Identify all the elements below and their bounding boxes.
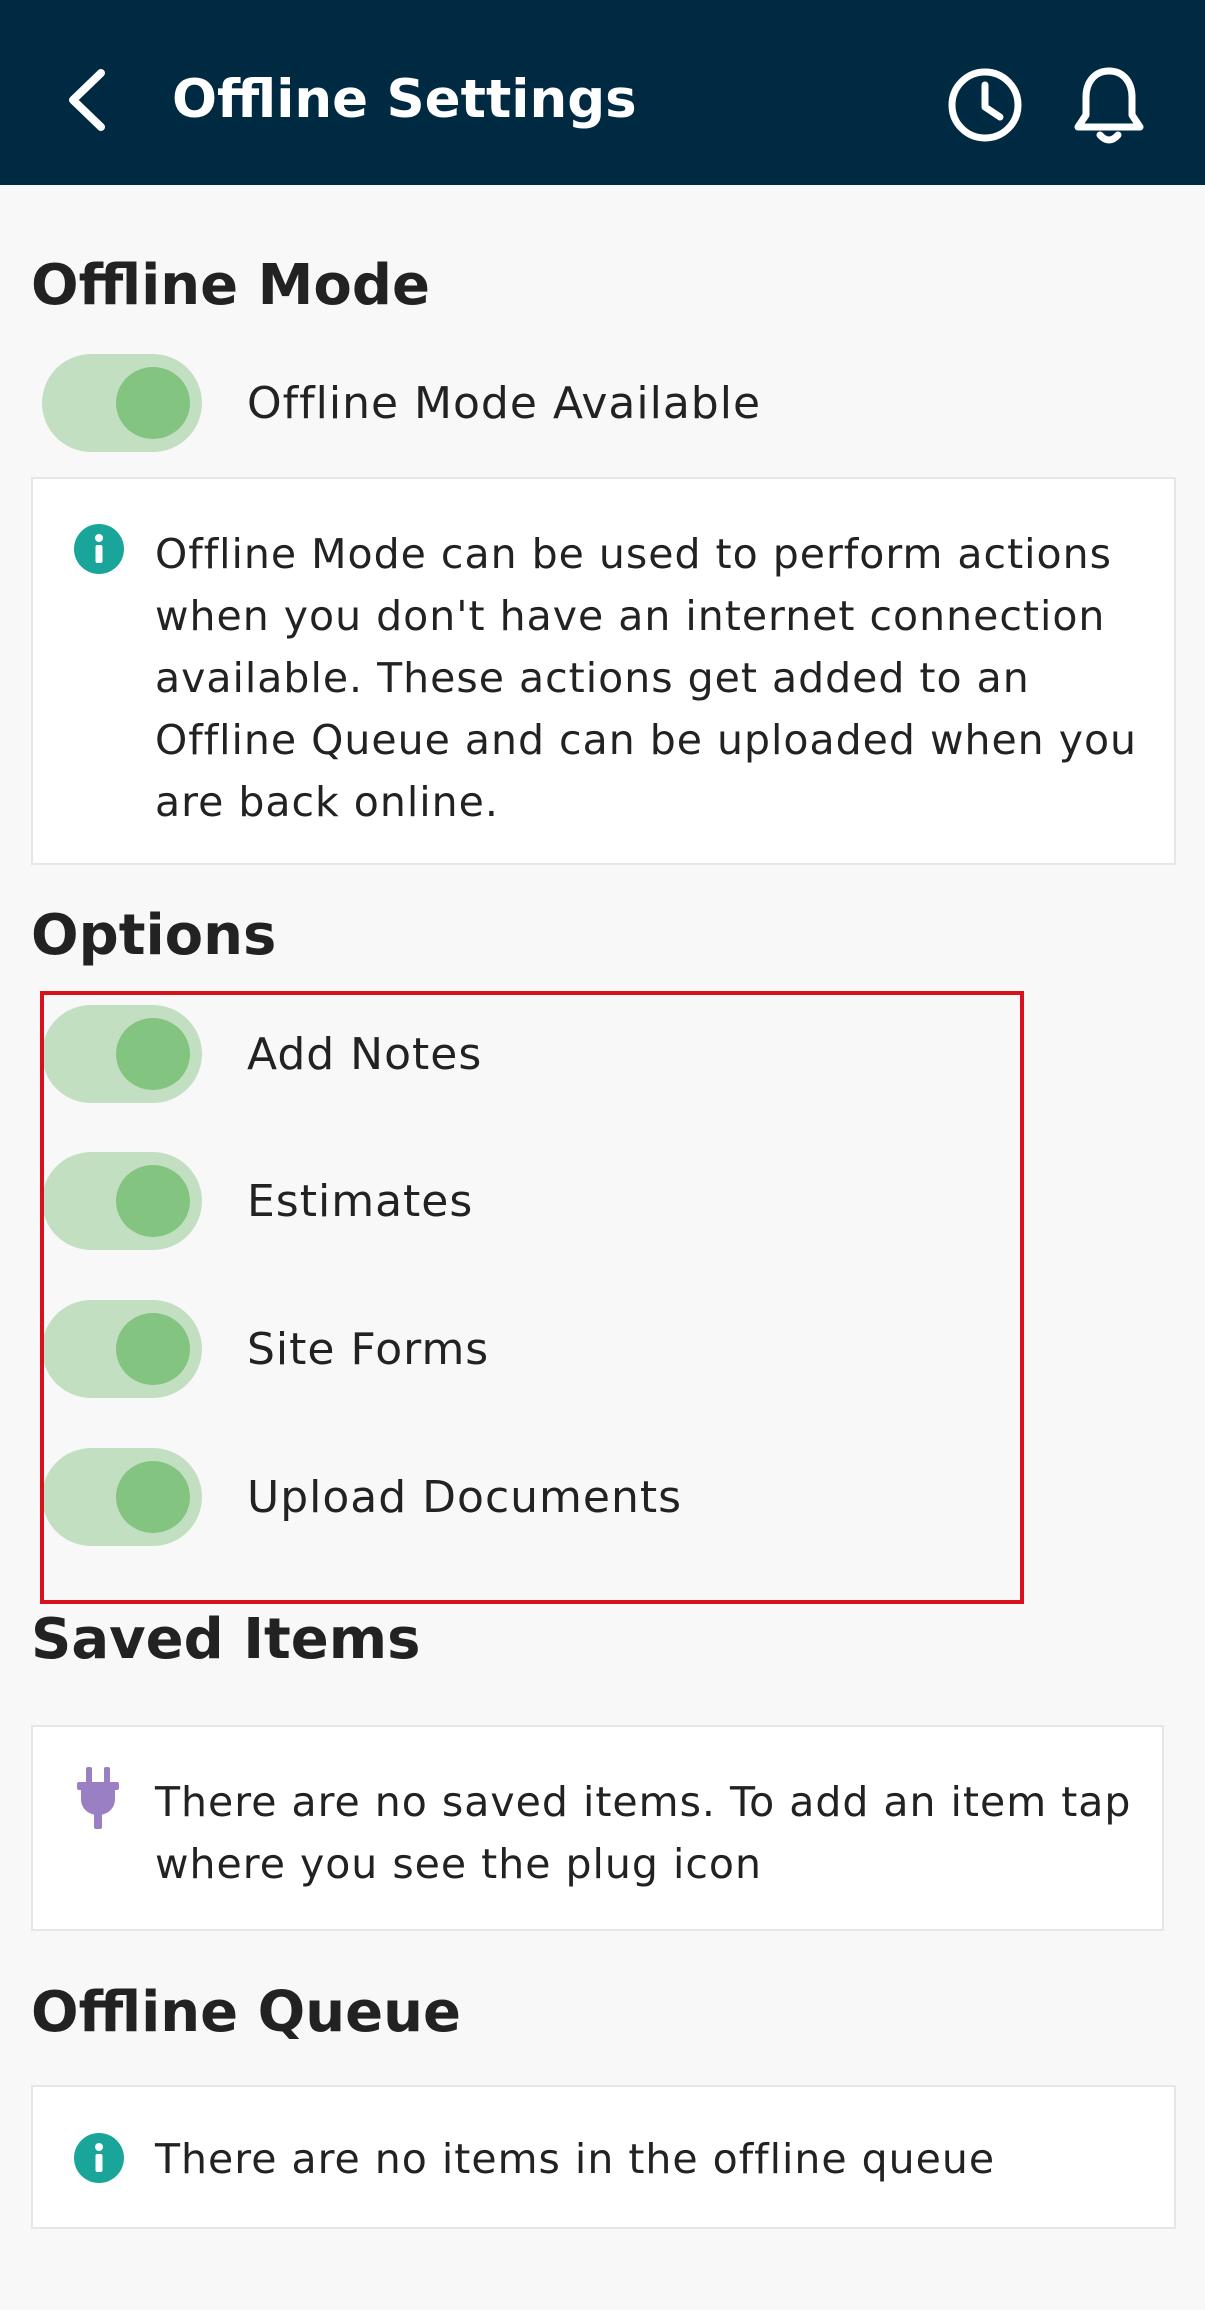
info-icon — [74, 2133, 124, 2183]
offline-mode-info-text: Offline Mode can be used to perform acti… — [155, 530, 1138, 826]
offline-queue-card: There are no items in the offline queue — [31, 2085, 1176, 2229]
app-header: Offline Settings — [0, 0, 1205, 185]
clock-icon — [948, 68, 1022, 142]
site-forms-toggle[interactable] — [40, 1300, 202, 1398]
page-title: Offline Settings — [172, 69, 637, 130]
toggle-thumb — [116, 1313, 190, 1385]
option-row-add-notes[interactable]: Add Notes — [40, 1004, 1000, 1104]
offline-queue-empty-text: There are no items in the offline queue — [155, 2135, 996, 2183]
offline-queue-heading: Offline Queue — [31, 1980, 461, 2045]
notifications-button[interactable] — [1066, 62, 1152, 148]
option-row-estimates[interactable]: Estimates — [40, 1151, 1000, 1251]
estimates-toggle[interactable] — [40, 1152, 202, 1250]
info-icon — [74, 524, 124, 574]
toggle-thumb — [116, 1461, 190, 1533]
offline-mode-heading: Offline Mode — [31, 253, 430, 318]
offline-mode-info-card: Offline Mode can be used to perform acti… — [31, 477, 1176, 865]
saved-items-empty-text: There are no saved items. To add an item… — [155, 1778, 1132, 1888]
history-button[interactable] — [942, 62, 1028, 148]
saved-items-heading: Saved Items — [31, 1607, 421, 1672]
offline-mode-toggle-label: Offline Mode Available — [247, 377, 762, 429]
add-notes-label: Add Notes — [247, 1028, 483, 1080]
saved-items-card: There are no saved items. To add an item… — [31, 1725, 1164, 1931]
estimates-label: Estimates — [247, 1175, 474, 1227]
site-forms-label: Site Forms — [247, 1323, 490, 1375]
toggle-thumb — [116, 1165, 190, 1237]
offline-mode-toggle-row[interactable]: Offline Mode Available — [40, 353, 1000, 453]
toggle-thumb — [116, 1018, 190, 1090]
option-row-site-forms[interactable]: Site Forms — [40, 1299, 1000, 1399]
toggle-thumb — [116, 367, 190, 439]
plug-icon — [77, 1767, 119, 1829]
upload-documents-label: Upload Documents — [247, 1471, 683, 1523]
option-row-upload-documents[interactable]: Upload Documents — [40, 1447, 1000, 1547]
options-heading: Options — [31, 903, 277, 968]
upload-documents-toggle[interactable] — [40, 1448, 202, 1546]
bell-icon — [1074, 67, 1144, 144]
add-notes-toggle[interactable] — [40, 1005, 202, 1103]
chevron-left-icon — [69, 69, 105, 131]
offline-mode-toggle[interactable] — [40, 354, 202, 452]
back-button[interactable] — [55, 62, 115, 138]
